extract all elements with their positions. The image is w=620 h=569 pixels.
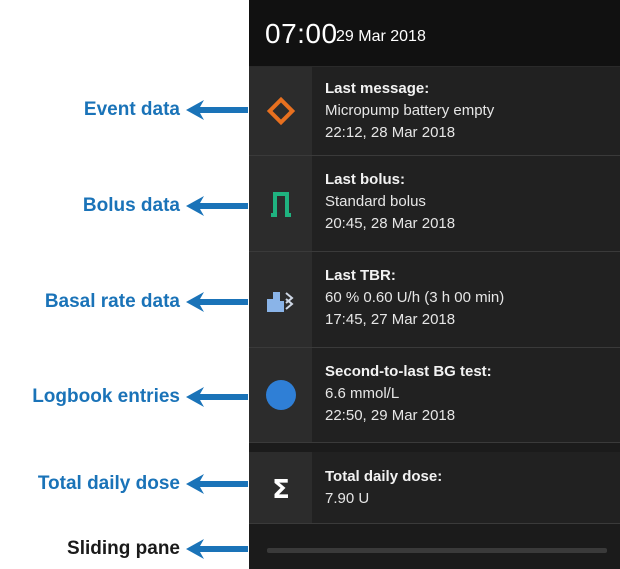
arrow-icon bbox=[186, 100, 248, 120]
row-title: Total daily dose: bbox=[325, 468, 443, 485]
arrow-icon bbox=[186, 292, 248, 312]
arrow-icon bbox=[186, 539, 248, 559]
row-title: Second-to-last BG test: bbox=[325, 363, 492, 380]
blue-circle-icon bbox=[265, 380, 296, 410]
notification-last-message[interactable]: Last message: Micropump battery empty 22… bbox=[249, 67, 620, 156]
annotation-bolus-data: Bolus data bbox=[82, 195, 180, 216]
bolus-pulse-icon bbox=[270, 191, 291, 217]
row-timestamp: 20:45, 28 Mar 2018 bbox=[325, 215, 456, 232]
status-date: 29 Mar 2018 bbox=[336, 28, 426, 45]
notification-panel: 07:00 29 Mar 2018 Last message: Micropum… bbox=[249, 0, 620, 569]
annotation-basal-rate-data: Basal rate data bbox=[44, 291, 180, 312]
row-title: Last message: bbox=[325, 80, 430, 97]
notification-total-daily-dose[interactable]: Σ Total daily dose: 7.90 U bbox=[249, 452, 620, 524]
annotation-sliding-pane: Sliding pane bbox=[67, 538, 180, 559]
row-title: Last bolus: bbox=[325, 171, 406, 188]
row-timestamp: 22:50, 29 Mar 2018 bbox=[325, 407, 456, 424]
row-timestamp: 17:45, 27 Mar 2018 bbox=[325, 311, 456, 328]
annotation-logbook-entries: Logbook entries bbox=[32, 386, 180, 407]
annotation-total-daily-dose: Total daily dose bbox=[37, 473, 180, 494]
arrow-icon bbox=[186, 387, 248, 407]
row-timestamp: 22:12, 28 Mar 2018 bbox=[325, 124, 456, 141]
row-detail: 60 % 0.60 U/h (3 h 00 min) bbox=[325, 289, 505, 306]
row-detail: 7.90 U bbox=[325, 490, 370, 507]
row-detail: 6.6 mmol/L bbox=[325, 385, 400, 402]
row-title: Last TBR: bbox=[325, 267, 396, 284]
diamond-icon bbox=[266, 96, 295, 126]
basal-rate-icon bbox=[266, 291, 294, 312]
notification-last-bolus[interactable]: Last bolus: Standard bolus 20:45, 28 Mar… bbox=[249, 156, 620, 252]
sigma-icon: Σ bbox=[272, 475, 290, 501]
arrow-icon bbox=[186, 474, 248, 494]
annotation-event-data: Event data bbox=[83, 99, 180, 120]
svg-text:Σ: Σ bbox=[272, 475, 290, 501]
status-time: 07:00 bbox=[265, 18, 338, 49]
status-bar: 07:00 29 Mar 2018 bbox=[249, 0, 620, 67]
notification-bg-test[interactable]: Second-to-last BG test: 6.6 mmol/L 22:50… bbox=[249, 348, 620, 443]
row-detail: Standard bolus bbox=[325, 193, 426, 210]
row-detail: Micropump battery empty bbox=[325, 102, 495, 119]
notification-last-tbr[interactable]: Last TBR: 60 % 0.60 U/h (3 h 00 min) 17:… bbox=[249, 252, 620, 348]
sliding-pane-handle[interactable] bbox=[267, 548, 607, 553]
arrow-icon bbox=[186, 196, 248, 216]
